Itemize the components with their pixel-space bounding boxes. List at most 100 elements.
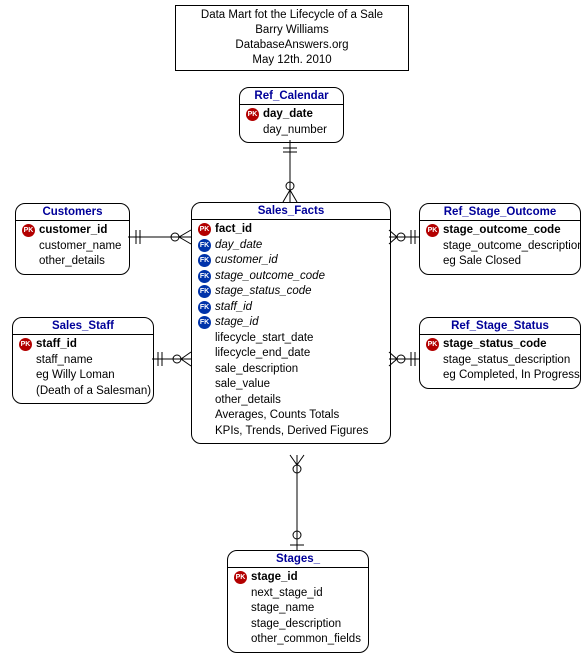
diagram-title-box: Data Mart fot the Lifecycle of a Sale Ba… [175,5,409,71]
entity-body: PK stage_outcome_codestage_outcome_descri… [420,221,580,274]
attribute-text: stage_description [251,617,341,633]
attribute-text: stage_id [251,570,298,586]
entity-customers: Customers PKcustomer_idcustomer_nameothe… [15,203,130,275]
rel-facts-stages [287,455,307,550]
entity-body: PKcustomer_idcustomer_nameother_details [16,221,129,274]
attribute-text: KPIs, Trends, Derived Figures [215,424,368,440]
attribute-row: stage_name [234,601,362,617]
entity-title: Sales_Facts [192,203,390,220]
entity-stages: Stages_ PK stage_idnext_stage_idstage_nam… [227,550,369,653]
entity-title: Ref_Stage_Outcome [420,204,580,221]
attribute-row: eg Willy Loman [19,368,147,384]
entity-title: Sales_Staff [13,318,153,335]
entity-body: PK fact_id FK day_date FK customer_id FK stage_… [192,220,390,443]
attribute-text: other_details [39,254,105,270]
attribute-text: stage_status_code [215,284,312,300]
attribute-text: stage_outcome_code [443,223,561,239]
entity-body: PK day_dateday_number [240,105,343,142]
entity-ref-stage-outcome: Ref_Stage_Outcome PK stage_outcome_codest… [419,203,581,275]
fk-icon: FK [198,301,211,314]
attribute-text: day_number [263,123,327,139]
attribute-row: next_stage_id [234,586,362,602]
attribute-row: customer_name [22,239,123,255]
attribute-row: FK stage_id [198,315,384,331]
attribute-row: sale_description [198,362,384,378]
attribute-text: staff_id [215,300,252,316]
entity-title: Customers [16,204,129,221]
attribute-row: eg Sale Closed [426,254,574,270]
attribute-row: FK staff_id [198,300,384,316]
attribute-text: sale_description [215,362,298,378]
entity-body: PK staff_idstaff_nameeg Willy Loman(Death… [13,335,153,403]
attribute-text: Averages, Counts Totals [215,408,339,424]
attribute-text: stage_outcome_description [443,239,581,255]
attribute-row: eg Completed, In Progress [426,368,574,384]
pk-icon: PK [198,223,211,236]
rel-facts-outcome [389,227,419,247]
attribute-row: PK day_date [246,107,337,123]
attribute-text: lifecycle_start_date [215,331,313,347]
pk-icon: PK [234,571,247,584]
pk-icon: PK [22,224,35,237]
fk-icon: FK [198,316,211,329]
attribute-row: FK stage_outcome_code [198,269,384,285]
attribute-row: stage_status_description [426,353,574,369]
attribute-row: Averages, Counts Totals [198,408,384,424]
attribute-row: staff_name [19,353,147,369]
rel-calendar-facts [280,140,300,202]
attribute-text: staff_id [36,337,77,353]
attribute-row: other_common_fields [234,632,362,648]
entity-ref-stage-status: Ref_Stage_Status PKstage_status_codestag… [419,317,581,389]
title-line3: DatabaseAnswers.org [176,38,408,53]
pk-icon: PK [246,108,259,121]
attribute-text: stage_status_description [443,353,570,369]
attribute-row: PK stage_outcome_code [426,223,574,239]
pk-icon: PK [426,224,439,237]
attribute-text: day_date [215,238,262,254]
attribute-row: PKstage_status_code [426,337,574,353]
rel-customers-facts [128,227,191,247]
attribute-text: lifecycle_end_date [215,346,310,362]
entity-sales-staff: Sales_Staff PK staff_idstaff_nameeg Willy… [12,317,154,404]
entity-title: Stages_ [228,551,368,568]
attribute-text: customer_name [39,239,121,255]
attribute-row: FK stage_status_code [198,284,384,300]
attribute-text: eg Willy Loman [36,368,115,384]
fk-icon: FK [198,285,211,298]
attribute-row: PK stage_id [234,570,362,586]
attribute-text: customer_id [215,253,278,269]
attribute-row: (Death of a Salesman) [19,384,147,400]
fk-icon: FK [198,239,211,252]
attribute-text: staff_name [36,353,93,369]
attribute-text: day_date [263,107,313,123]
title-line2: Barry Williams [176,23,408,38]
attribute-row: PK staff_id [19,337,147,353]
attribute-text: stage_id [215,315,258,331]
attribute-text: eg Sale Closed [443,254,521,270]
attribute-text: stage_outcome_code [215,269,325,285]
title-line4: May 12th. 2010 [176,53,408,68]
attribute-row: PK fact_id [198,222,384,238]
attribute-row: lifecycle_start_date [198,331,384,347]
attribute-row: lifecycle_end_date [198,346,384,362]
title-line1: Data Mart fot the Lifecycle of a Sale [176,8,408,23]
pk-icon: PK [19,338,32,351]
attribute-row: stage_description [234,617,362,633]
attribute-row: PKcustomer_id [22,223,123,239]
entity-ref-calendar: Ref_Calendar PK day_dateday_number [239,87,344,143]
attribute-row: stage_outcome_description [426,239,574,255]
attribute-row: FK customer_id [198,253,384,269]
entity-body: PK stage_idnext_stage_idstage_namestage_d… [228,568,368,652]
entity-title: Ref_Calendar [240,88,343,105]
attribute-text: next_stage_id [251,586,323,602]
attribute-text: fact_id [215,222,252,238]
fk-icon: FK [198,254,211,267]
attribute-text: sale_value [215,377,270,393]
entity-title: Ref_Stage_Status [420,318,580,335]
rel-facts-status [389,349,419,369]
entity-body: PKstage_status_codestage_status_descript… [420,335,580,388]
fk-icon: FK [198,270,211,283]
attribute-text: stage_status_code [443,337,547,353]
attribute-row: other_details [22,254,123,270]
attribute-text: other_common_fields [251,632,361,648]
